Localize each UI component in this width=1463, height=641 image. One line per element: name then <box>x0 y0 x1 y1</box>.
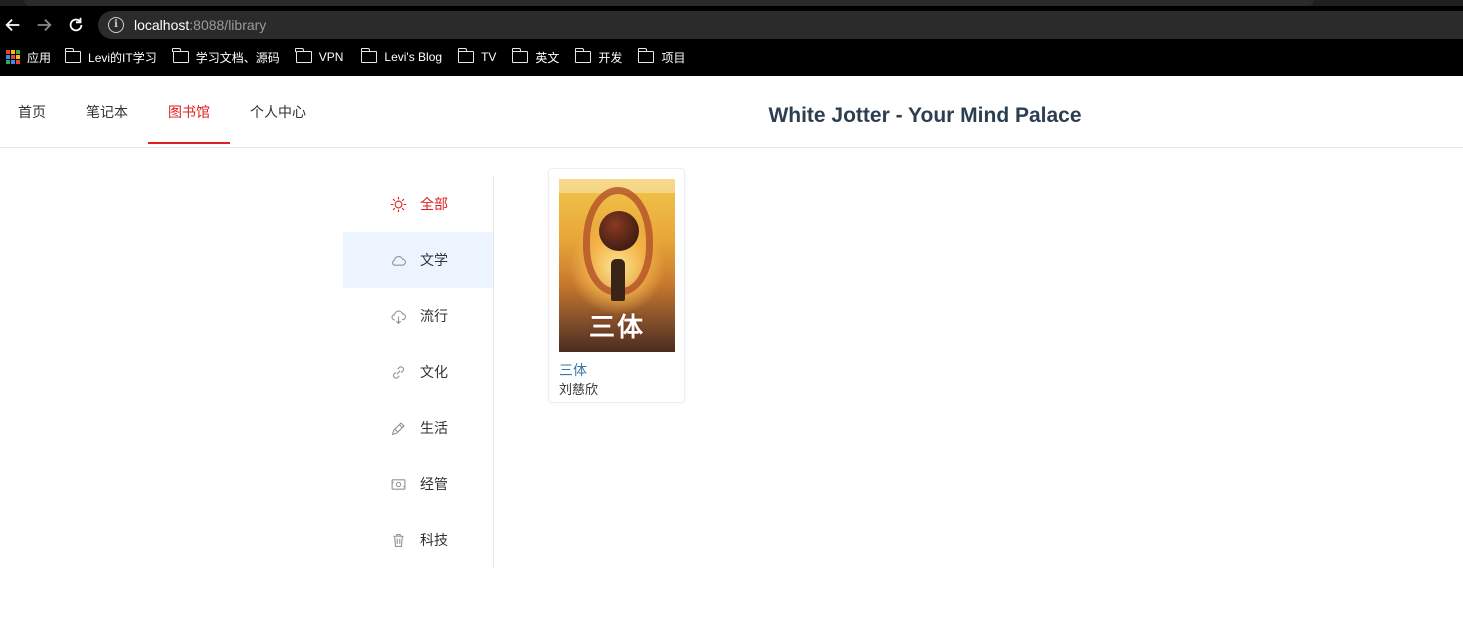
browser-chrome: i localhost:8088/library 应用 Levi的IT学习 学习… <box>0 0 1463 76</box>
bookmark-folder[interactable]: Levi's Blog <box>361 46 442 68</box>
bookmark-folder[interactable]: VPN <box>295 46 344 68</box>
bookmark-label: Levi's Blog <box>384 50 443 64</box>
arrow-left-icon <box>5 18 20 32</box>
cover-figure <box>611 259 625 301</box>
category-label: 全部 <box>420 197 448 213</box>
book-author: 刘慈欣 <box>559 383 599 398</box>
folder-icon <box>295 48 312 63</box>
url-host: localhost <box>134 17 190 33</box>
book-cover-image[interactable]: 三体 <box>559 179 675 352</box>
bookmark-folder[interactable]: TV <box>457 46 497 68</box>
category-literature[interactable]: 文学 <box>343 232 493 288</box>
book-card[interactable]: 三体 三体 刘慈欣 <box>548 168 685 403</box>
apps-grid-icon <box>6 50 20 64</box>
category-label: 流行 <box>420 309 448 325</box>
category-business[interactable]: 经管 <box>343 456 493 512</box>
money-icon <box>389 475 407 493</box>
nav-library[interactable]: 图书馆 <box>148 76 230 144</box>
folder-icon <box>64 48 82 63</box>
pen-icon <box>389 419 407 437</box>
arrow-right-icon <box>37 18 52 32</box>
folder-icon <box>457 48 475 63</box>
folder-icon <box>172 48 189 63</box>
bookmark-label: 开发 <box>598 50 623 65</box>
folder-icon <box>512 48 529 63</box>
category-technology[interactable]: 科技 <box>343 512 493 568</box>
category-label: 文化 <box>420 365 448 381</box>
delete-icon <box>389 531 407 549</box>
category-label: 经管 <box>420 477 448 493</box>
folder-icon <box>575 48 592 63</box>
category-label: 文学 <box>420 253 448 269</box>
url-path: :8088/library <box>189 17 267 33</box>
nav-profile[interactable]: 个人中心 <box>231 76 325 143</box>
cover-planet <box>599 211 639 251</box>
cloud-download-icon <box>389 307 407 325</box>
category-sidebar: 全部 文学 流行 文化 生活 经管 科技 <box>343 176 494 568</box>
category-life[interactable]: 生活 <box>343 400 493 456</box>
bookmark-apps[interactable]: 应用 <box>0 46 51 68</box>
link-icon <box>389 363 407 381</box>
category-label: 科技 <box>420 533 448 549</box>
site-info-icon[interactable]: i <box>108 17 124 33</box>
bookmark-folder[interactable]: 项目 <box>638 46 685 68</box>
folder-icon <box>638 48 655 63</box>
category-popular[interactable]: 流行 <box>343 288 493 344</box>
bookmark-label: VPN <box>318 50 344 64</box>
bookmark-label: 应用 <box>27 50 52 65</box>
tab-strip-hint <box>24 0 1314 6</box>
address-bar[interactable]: i localhost:8088/library <box>98 11 1463 39</box>
site-title: White Jotter - Your Mind Palace <box>768 104 1082 127</box>
cover-title-text: 三体 <box>588 313 645 343</box>
bookmark-label: 英文 <box>535 50 560 65</box>
reload-button[interactable] <box>63 12 89 38</box>
bookmark-folder[interactable]: 学习文档、源码 <box>172 46 280 68</box>
nav-notebook[interactable]: 笔记本 <box>67 76 147 143</box>
category-culture[interactable]: 文化 <box>343 344 493 400</box>
reload-icon <box>69 17 83 32</box>
bookmark-label: 项目 <box>661 50 686 65</box>
bookmark-folder[interactable]: 英文 <box>512 46 559 68</box>
nav-home[interactable]: 首页 <box>0 76 64 143</box>
category-label: 生活 <box>420 421 448 437</box>
bookmark-folder[interactable]: 开发 <box>575 46 622 68</box>
bookmark-folder[interactable]: Levi的IT学习 <box>64 46 157 68</box>
bookmark-label: Levi的IT学习 <box>88 50 157 65</box>
bookmarks-bar: 应用 Levi的IT学习 学习文档、源码 VPN Levi's Blog TV … <box>0 46 685 68</box>
url-text: localhost:8088/library <box>134 17 266 33</box>
tab-strip <box>0 0 1463 6</box>
back-button[interactable] <box>0 12 26 38</box>
folder-icon <box>361 48 378 63</box>
cloud-icon <box>389 251 407 269</box>
bookmark-label: 学习文档、源码 <box>195 50 280 65</box>
sun-icon <box>389 195 407 213</box>
forward-button[interactable] <box>31 12 57 38</box>
app-header: 首页 笔记本 图书馆 个人中心 White Jotter - Your Mind… <box>0 76 1463 148</box>
bookmark-label: TV <box>481 50 497 64</box>
book-title[interactable]: 三体 <box>559 360 587 380</box>
category-all[interactable]: 全部 <box>343 176 493 232</box>
